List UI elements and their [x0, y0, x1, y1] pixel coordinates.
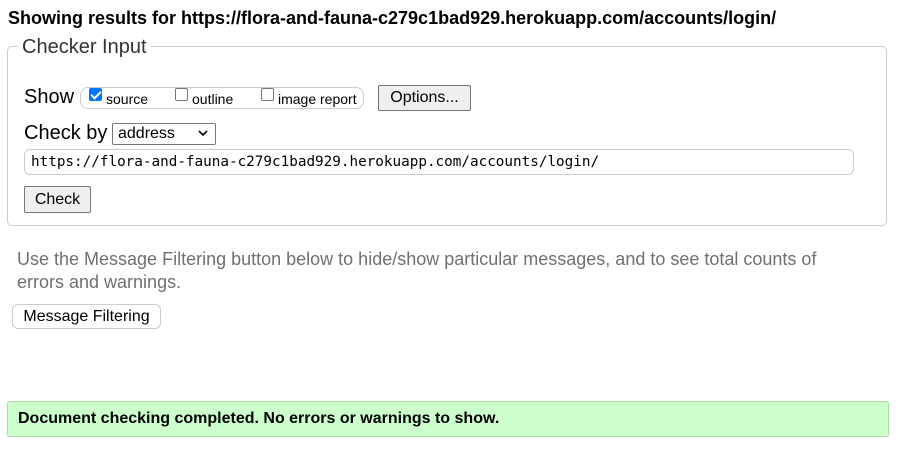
outline-label: outline [192, 91, 234, 107]
validator-page: Showing results for https://flora-and-fa… [0, 0, 900, 450]
checker-input-legend: Checker Input [18, 36, 151, 58]
checker-input-fieldset: Checker Input Show source outline image … [7, 36, 887, 226]
show-options-group: source outline image report [80, 87, 364, 109]
message-filtering-info: Use the Message Filtering button below t… [17, 249, 817, 292]
document-url-input[interactable]: https://flora-and-fauna-c279c1bad929.her… [24, 149, 854, 175]
results-heading-url: https://flora-and-fauna-c279c1bad929.her… [181, 8, 777, 28]
chevron-down-icon [198, 130, 208, 137]
options-button[interactable]: Options... [378, 85, 471, 111]
show-label: Show [24, 86, 75, 108]
results-heading-prefix: Showing results for [8, 8, 177, 28]
check-by-selected-value: address [118, 125, 175, 142]
status-message-bar: Document checking completed. No errors o… [7, 401, 889, 437]
image-report-checkbox[interactable] [261, 88, 274, 101]
check-by-select[interactable]: address [112, 123, 216, 145]
status-message-text: Document checking completed. No errors o… [18, 410, 500, 427]
image-report-label: image report [278, 91, 357, 107]
check-by-label: Check by [24, 122, 108, 144]
check-button[interactable]: Check [24, 186, 91, 213]
source-label: source [106, 91, 149, 107]
document-url-value: https://flora-and-fauna-c279c1bad929.her… [31, 154, 600, 170]
message-filtering-button[interactable]: Message Filtering [12, 304, 161, 329]
outline-checkbox[interactable] [175, 88, 188, 101]
source-checkbox[interactable] [89, 88, 102, 101]
results-heading: Showing results for https://flora-and-fa… [8, 8, 776, 29]
